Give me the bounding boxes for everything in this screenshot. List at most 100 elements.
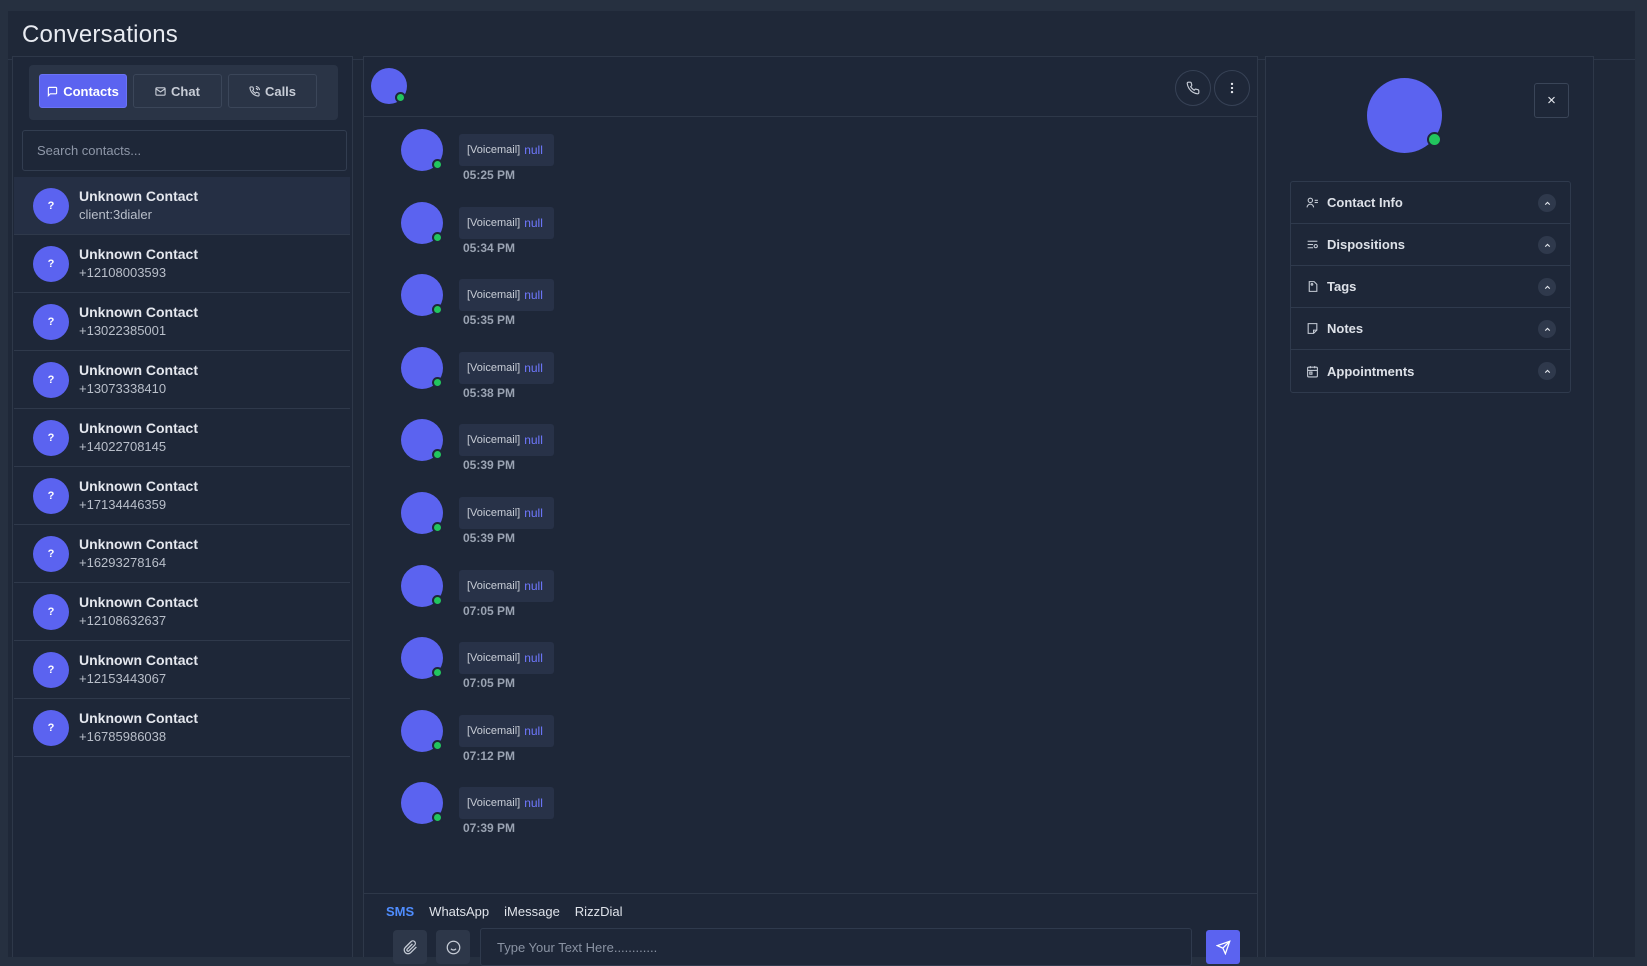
panel-tabs: Contacts Chat Calls [29,65,338,120]
message-input[interactable]: Type Your Text Here............ [480,928,1192,966]
avatar[interactable] [371,68,407,104]
contact-name: Unknown Contact [79,594,198,610]
message-time: 05:39 PM [463,458,516,473]
close-icon: × [1547,92,1556,109]
tab-contacts[interactable]: Contacts [39,74,127,108]
contact-number: client:3dialer [79,207,152,222]
message-body: null [524,796,543,811]
call-button[interactable] [1175,70,1211,106]
contact-item[interactable]: ? Unknown Contact +13073338410 [14,351,350,409]
contact-item[interactable]: ? Unknown Contact +17134446359 [14,467,350,525]
contact-item[interactable]: ? Unknown Contact +12153443067 [14,641,350,699]
paperclip-icon [403,939,417,954]
message-input-placeholder: Type Your Text Here............ [497,939,658,955]
phone-icon [1186,81,1200,95]
chat-panel: [Voicemail] null 05:25 PM [Voicemail] nu… [363,56,1258,966]
avatar [401,564,443,607]
contact-number: +16293278164 [79,555,167,570]
message-time: 07:12 PM [463,748,516,763]
avatar [401,491,443,534]
more-options-button[interactable] [1214,70,1250,106]
contact-number: +13022385001 [79,323,167,338]
contact-avatar: ? [33,304,69,340]
section-label: Notes [1327,321,1364,336]
section-appointments[interactable]: Appointments [1291,350,1570,392]
contact-avatar: ? [33,420,69,456]
calendar-icon [1307,365,1318,377]
contact-item[interactable]: ? Unknown Contact client:3dialer [14,177,350,235]
message-tag: [Voicemail] [467,216,521,229]
section-label: Tags [1327,279,1357,294]
contact-number: +17134446359 [79,497,167,512]
tag-icon [1308,281,1318,292]
contact-name: Unknown Contact [79,420,198,436]
message-body: null [524,505,543,520]
message-time: 05:38 PM [463,385,516,400]
contact-item[interactable]: ? Unknown Contact +14022708145 [14,409,350,467]
message-item: [Voicemail] null 05:39 PM [364,482,1257,555]
message-bubble: [Voicemail] null [459,134,554,166]
smile-icon [446,940,460,954]
contact-number: +14022708145 [79,439,167,454]
online-status-dot [395,92,406,103]
contact-avatar: ? [33,362,69,398]
message-item: [Voicemail] null 07:05 PM [364,555,1257,628]
section-label: Appointments [1327,363,1415,379]
message-body: null [524,215,543,230]
channel-tab-rizzdial[interactable]: RizzDial [575,904,623,919]
online-status-dot [432,594,443,606]
emoji-button[interactable] [436,930,470,964]
avatar [401,129,443,171]
online-status-dot [432,667,443,679]
message-time: 07:39 PM [463,821,516,836]
section-contact-info[interactable]: Contact Info [1291,182,1570,224]
online-status-dot [432,304,443,316]
avatar [401,637,443,680]
contact-item[interactable]: ? Unknown Contact +12108003593 [14,235,350,293]
message-tag: [Voicemail] [467,289,521,302]
contact-avatar: ? [33,594,69,630]
sticky-note-icon [1307,323,1318,334]
message-tag: [Voicemail] [467,144,521,156]
avatar [401,274,443,317]
contact-item[interactable]: ? Unknown Contact +16293278164 [14,525,350,583]
avatar [401,709,443,752]
section-notes[interactable]: Notes [1291,308,1570,350]
channel-tab-sms[interactable]: SMS [386,904,414,919]
channel-tab-whatsapp[interactable]: WhatsApp [429,904,489,919]
contact-name: Unknown Contact [79,362,198,378]
channel-tab-imessage[interactable]: iMessage [504,904,560,919]
contact-item[interactable]: ? Unknown Contact +12108632637 [14,583,350,641]
message-bubble: [Voicemail] null [459,787,554,820]
tab-label: Chat [171,83,200,99]
message-bubble: [Voicemail] null [459,206,554,239]
tab-label: Calls [264,83,297,99]
contact-item[interactable]: ? Unknown Contact +13022385001 [14,293,350,351]
message-body: null [524,288,543,303]
message-item: [Voicemail] null 05:38 PM [364,337,1257,410]
tab-calls[interactable]: Calls [228,74,317,108]
tab-chat[interactable]: Chat [133,74,222,108]
section-label: Contact Info [1327,195,1403,210]
section-tags[interactable]: Tags [1291,266,1570,308]
close-button[interactable]: × [1534,83,1569,118]
send-button[interactable] [1206,930,1240,964]
conversations-page: Conversations Contacts Chat Calls Search… [8,11,1635,966]
attach-button[interactable] [393,930,427,964]
chevron-up-icon [1538,362,1556,380]
message-bubble: [Voicemail] null [459,424,554,457]
chevron-up-icon [1538,194,1556,212]
contact-number: +12108632637 [79,613,167,628]
message-time: 05:25 PM [463,168,516,182]
list-filter-icon [1307,240,1318,249]
section-dispositions[interactable]: Dispositions [1291,224,1570,266]
contact-item[interactable]: ? Unknown Contact +16785986038 [14,699,350,757]
tab-label: Contacts [63,83,119,99]
contact-details-panel: × Contact Info Dispositions Tags Notes A… [1265,56,1594,957]
message-bubble: [Voicemail] null [459,714,554,747]
message-body: null [524,433,543,448]
page-title: Conversations [22,21,179,48]
message-tag: [Voicemail] [467,579,521,592]
search-contacts-input[interactable]: Search contacts... [22,130,347,171]
online-status-dot [432,521,443,533]
